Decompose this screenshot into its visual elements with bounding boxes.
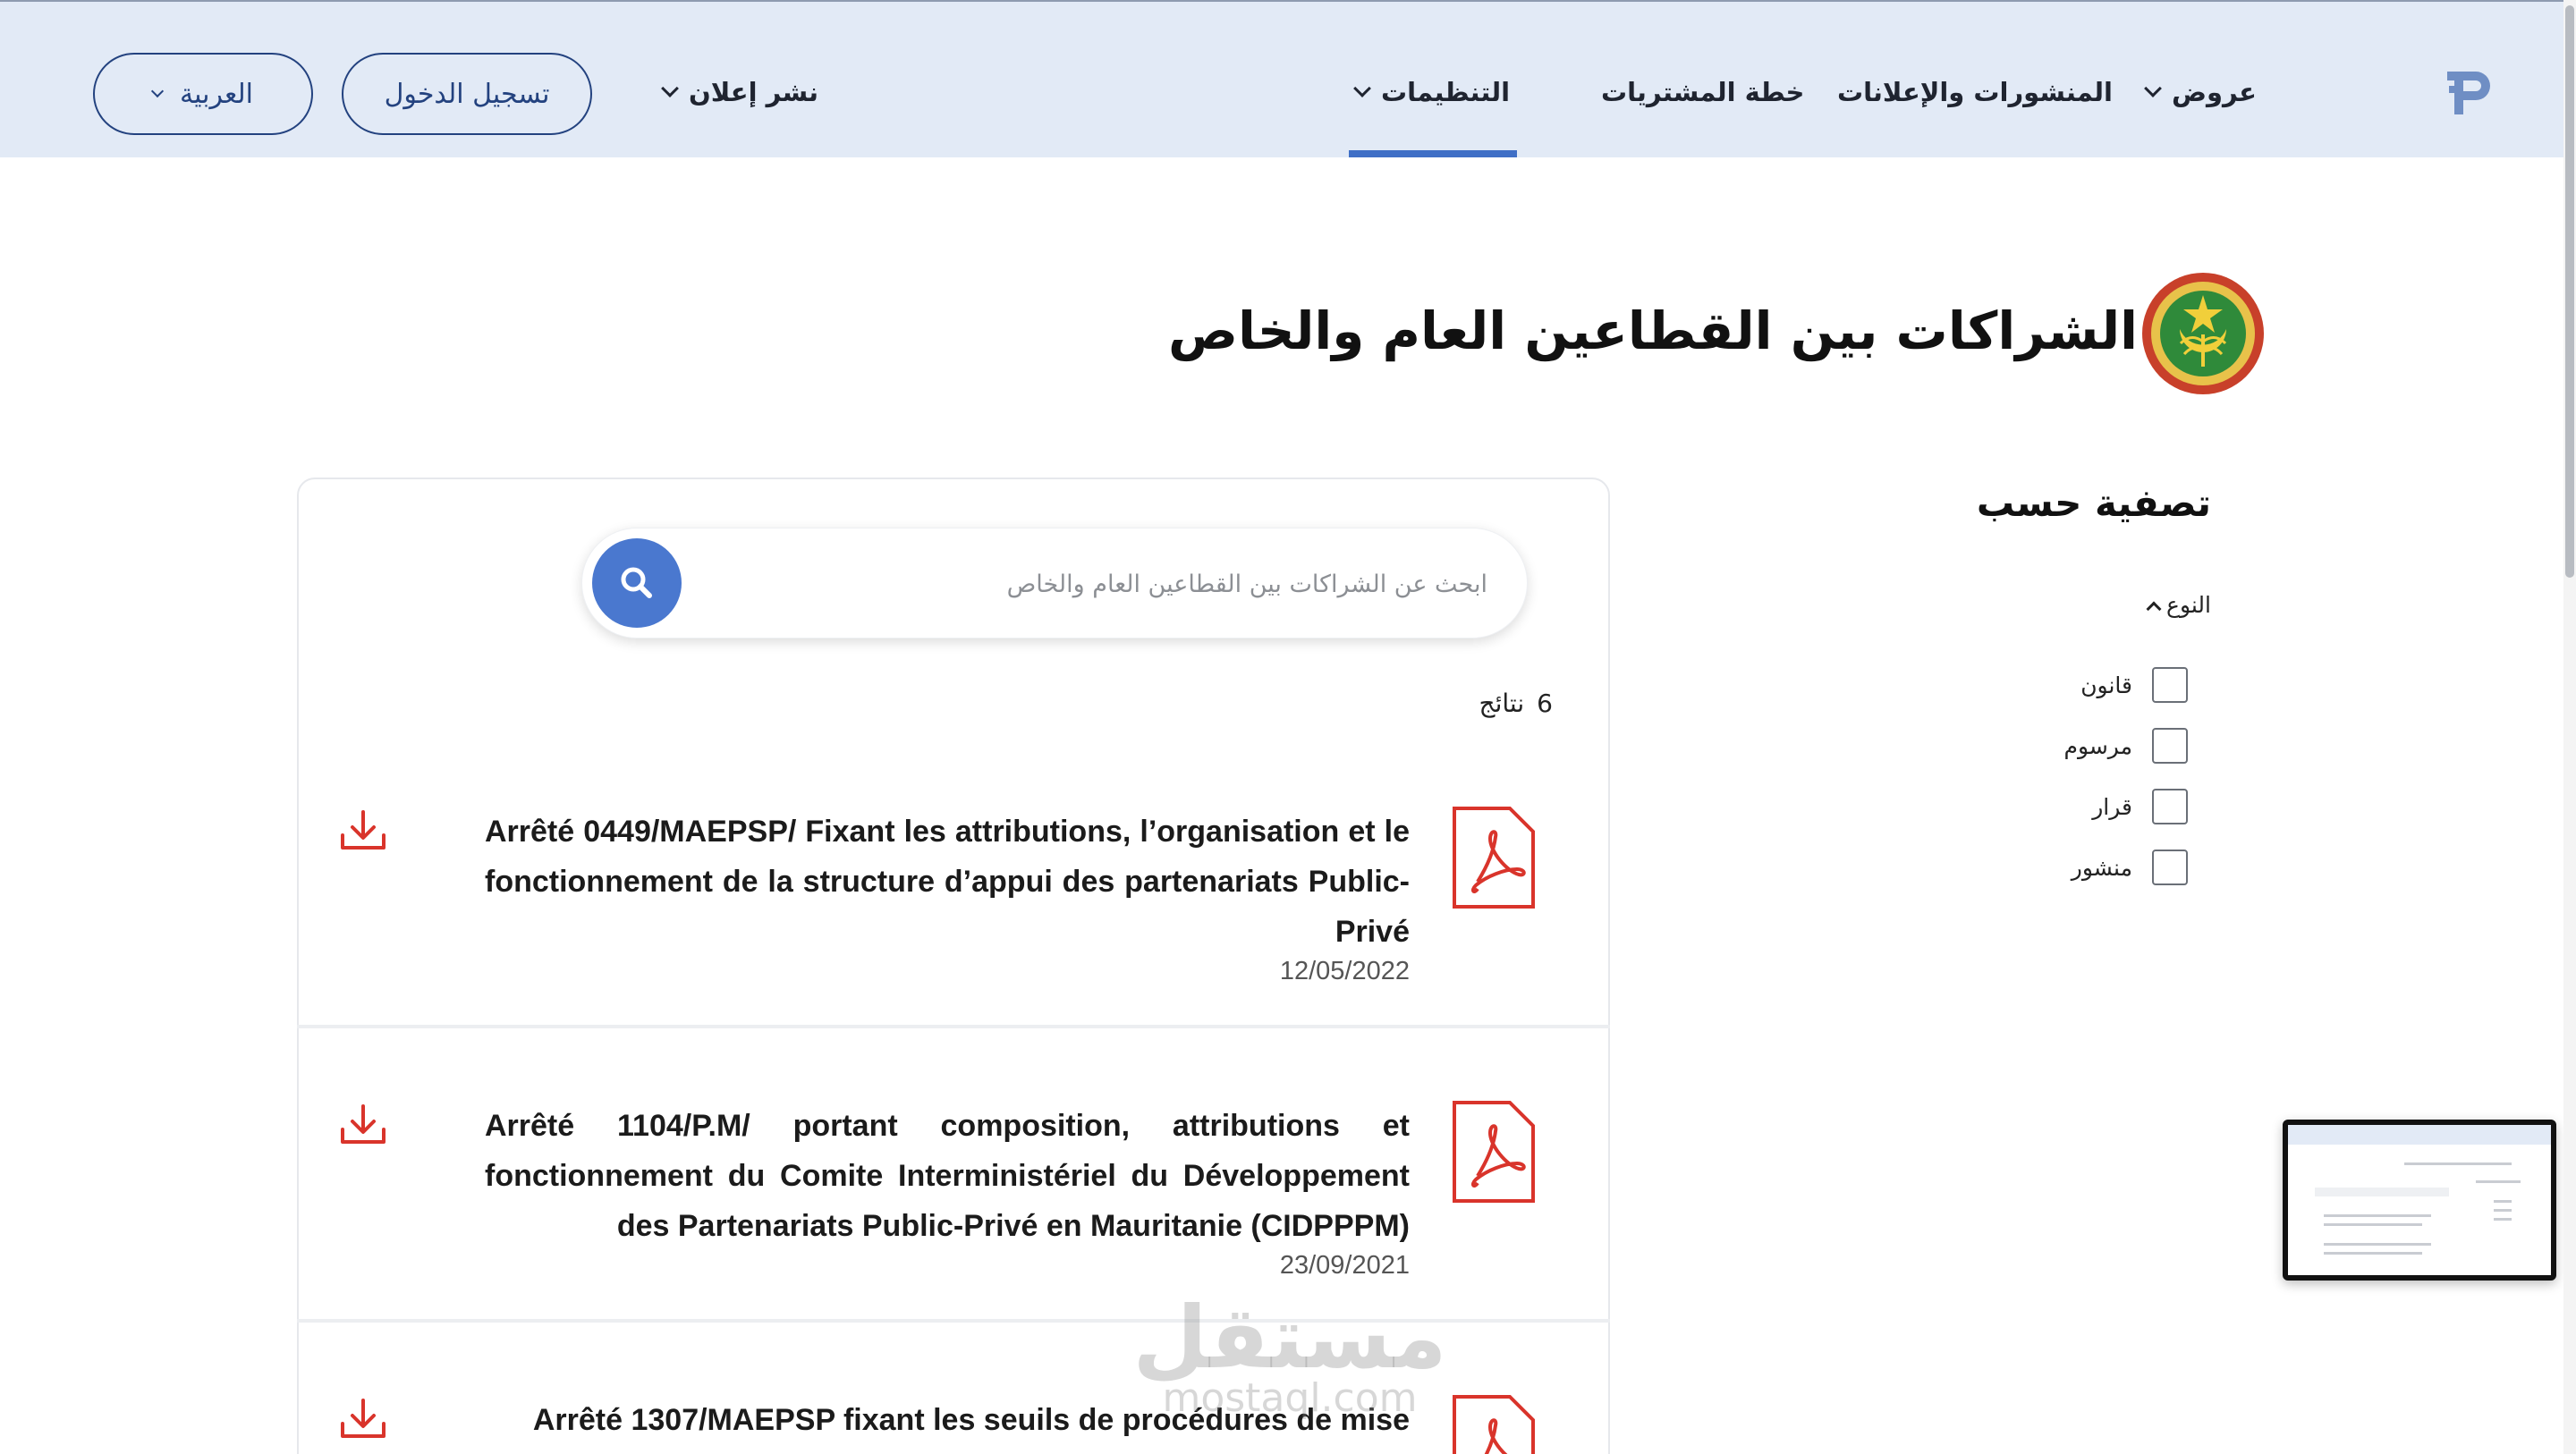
nav-regulations-label: التنظيمات bbox=[1381, 77, 1511, 107]
watermark-latin: mostaql.com bbox=[1162, 1375, 1418, 1421]
filter-option-decision[interactable]: قرار bbox=[2092, 787, 2188, 826]
checkbox[interactable] bbox=[2152, 728, 2188, 764]
filter-group-label: النوع bbox=[2166, 592, 2211, 618]
search-bar bbox=[581, 528, 1528, 638]
result-count-label: نتائج bbox=[1479, 689, 1525, 718]
filter-option-circular[interactable]: منشور bbox=[2072, 848, 2188, 887]
checkbox[interactable] bbox=[2152, 789, 2188, 824]
filter-option-law[interactable]: قانون bbox=[2080, 665, 2188, 705]
filter-group-type-toggle[interactable]: النوع bbox=[2146, 592, 2211, 618]
download-icon[interactable] bbox=[340, 810, 386, 851]
row-divider bbox=[297, 1025, 1610, 1028]
pdf-file-icon[interactable] bbox=[1451, 805, 1537, 910]
page-preview-thumbnail[interactable] bbox=[2283, 1120, 2556, 1281]
nav-publish-ad-label: نشر إعلان bbox=[689, 77, 819, 107]
nav-offers-label: عروض bbox=[2172, 77, 2257, 107]
nav-regulations[interactable]: التنظيمات bbox=[1353, 70, 1511, 114]
chevron-down-icon bbox=[150, 84, 165, 98]
result-title[interactable]: Arrêté 0449/MAEPSP/ Fixant les attributi… bbox=[485, 807, 1410, 957]
chevron-down-icon bbox=[2144, 80, 2162, 97]
site-logo-icon[interactable] bbox=[2440, 64, 2496, 120]
page-title: الشراكات بين القطاعين العام والخاص bbox=[1167, 300, 2138, 361]
filter-option-label: قرار bbox=[2092, 793, 2132, 820]
result-date: 23/09/2021 bbox=[1279, 1251, 1410, 1280]
filter-title: تصفية حسب bbox=[1976, 481, 2211, 525]
nav-publications[interactable]: المنشورات والإعلانات bbox=[1837, 70, 2113, 114]
pdf-file-icon[interactable] bbox=[1451, 1393, 1537, 1454]
active-tab-indicator bbox=[1349, 150, 1517, 157]
filter-option-decree[interactable]: مرسوم bbox=[2063, 726, 2188, 765]
login-button[interactable]: تسجيل الدخول bbox=[342, 53, 592, 135]
search-button[interactable] bbox=[592, 538, 682, 628]
download-icon[interactable] bbox=[340, 1104, 386, 1145]
result-count-number: 6 bbox=[1537, 689, 1553, 718]
page: عروض المنشورات والإعلانات خطة المشتريات … bbox=[0, 0, 2576, 1454]
nav-offers[interactable]: عروض bbox=[2144, 70, 2257, 114]
chevron-down-icon bbox=[1353, 80, 1371, 97]
mauritania-emblem-icon bbox=[2142, 273, 2264, 394]
pdf-file-icon[interactable] bbox=[1451, 1099, 1537, 1205]
filter-option-label: قانون bbox=[2080, 672, 2132, 698]
result-count: 6 نتائج bbox=[1479, 689, 1553, 718]
search-icon bbox=[621, 567, 652, 598]
preview-header bbox=[2288, 1125, 2551, 1145]
search-input[interactable] bbox=[754, 562, 1487, 605]
chevron-down-icon bbox=[661, 80, 679, 97]
watermark-arabic: مستقل bbox=[1132, 1288, 1447, 1388]
filter-option-label: مرسوم bbox=[2063, 732, 2132, 759]
nav-publications-label: المنشورات والإعلانات bbox=[1837, 77, 2113, 107]
chevron-up-icon bbox=[2146, 601, 2162, 616]
language-label: العربية bbox=[180, 78, 253, 110]
nav-publish-ad[interactable]: نشر إعلان bbox=[661, 70, 819, 114]
language-select[interactable]: العربية bbox=[93, 53, 313, 135]
scrollbar-thumb[interactable] bbox=[2565, 5, 2574, 578]
login-label: تسجيل الدخول bbox=[384, 78, 550, 110]
nav-procurement-plan-label: خطة المشتريات bbox=[1601, 77, 1805, 107]
filter-option-label: منشور bbox=[2071, 854, 2132, 881]
top-navbar: عروض المنشورات والإعلانات خطة المشتريات … bbox=[0, 0, 2576, 157]
checkbox[interactable] bbox=[2152, 850, 2188, 885]
result-title[interactable]: Arrêté 1104/P.M/ portant composition, at… bbox=[485, 1101, 1410, 1251]
result-date: 12/05/2022 bbox=[1279, 957, 1410, 985]
checkbox[interactable] bbox=[2152, 667, 2188, 703]
watermark: مستقل mostaql.com bbox=[1129, 1288, 1451, 1421]
download-icon[interactable] bbox=[340, 1399, 386, 1440]
nav-procurement-plan[interactable]: خطة المشتريات bbox=[1601, 70, 1804, 114]
